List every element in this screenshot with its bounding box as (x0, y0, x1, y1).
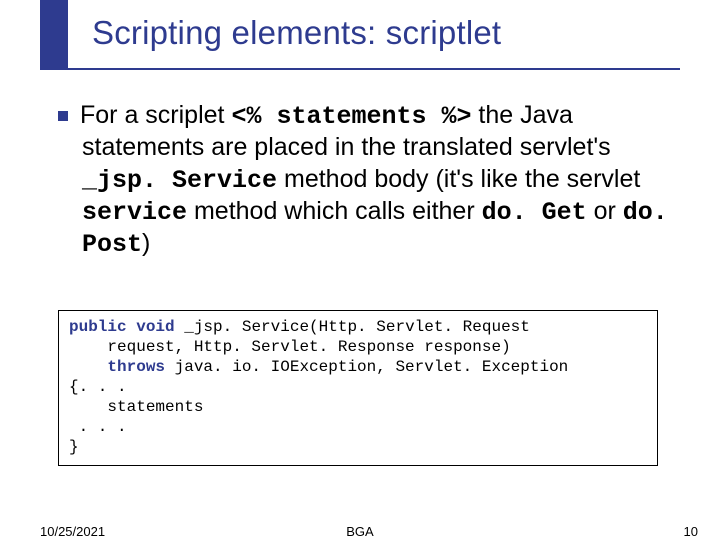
title-accent-bar (40, 0, 68, 68)
code-keyword-1: public void (69, 318, 175, 336)
code-block: public void _jsp. Service(Http. Servlet.… (58, 310, 658, 466)
para-text-6: ) (142, 229, 150, 257)
code-line-3b: java. io. IOException, Servlet. Exceptio… (165, 358, 568, 376)
code-line-2: request, Http. Servlet. Response respons… (69, 338, 511, 356)
code-line-4: {. . . (69, 378, 127, 396)
bullet-icon (58, 111, 68, 121)
code-line-7: } (69, 438, 79, 456)
para-code-4: do. Get (482, 198, 587, 227)
slide-title: Scripting elements: scriptlet (92, 14, 501, 52)
code-keyword-2: throws (69, 358, 165, 376)
para-code-1: <% statements %> (231, 102, 471, 131)
code-line-5: statements (69, 398, 203, 416)
para-text-3: method body (it's like the servlet (277, 165, 640, 193)
para-code-2: _jsp. Service (82, 166, 277, 195)
para-text-5: or (587, 197, 623, 225)
footer-page-number: 10 (684, 524, 698, 539)
para-text-1: For a scriplet (80, 101, 231, 129)
footer-center: BGA (0, 524, 720, 539)
code-line-6: . . . (69, 418, 127, 436)
title-underline (40, 68, 680, 70)
para-code-3: service (82, 198, 187, 227)
para-text-4: method which calls either (187, 197, 482, 225)
body-text: For a scriplet <% statements %> the Java… (58, 100, 668, 260)
code-line-1b: _jsp. Service(Http. Servlet. Request (175, 318, 530, 336)
